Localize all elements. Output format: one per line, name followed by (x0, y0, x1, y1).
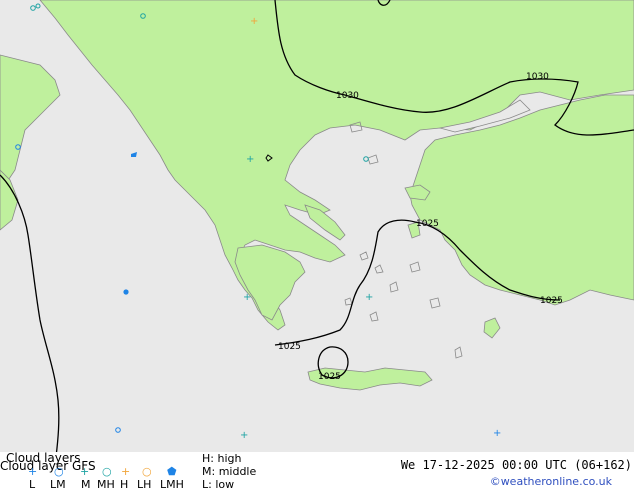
cloud-symbol-lmh (123, 289, 129, 295)
legend-symbol-label: H (120, 478, 129, 491)
forecast-datetime: We 17-12-2025 00:00 UTC (06+162) (400, 458, 632, 472)
cloud-symbol-h: + (250, 16, 258, 27)
legend-key-low: L: low (202, 478, 235, 491)
legend-key-high: H: high (202, 452, 242, 465)
legend-symbol-label: L (29, 478, 36, 491)
legend-plus-teal-icon: + (80, 465, 90, 478)
legend-circle-blue-icon: ○ (54, 465, 64, 478)
legend-symbol-label: M (81, 478, 91, 491)
isobar-label: 1030 (526, 72, 549, 82)
legend-symbol-label: LMH (160, 478, 184, 491)
legend-circle-orange-icon: ○ (142, 465, 152, 478)
isobar-label: 1025 (318, 372, 341, 382)
isobar-label: 1025 (278, 342, 301, 352)
credit-link[interactable]: ©weatheronline.co.uk (490, 475, 612, 488)
isobar-label: 1030 (336, 91, 359, 101)
legend-panel: Cloud layers Cloud layer GFS + ○ + ○ + ○… (0, 452, 634, 491)
legend-symbol-label: MH (97, 478, 115, 491)
cloud-symbol-m: + (365, 292, 373, 303)
legend-plus-blue-icon: + (28, 465, 38, 478)
legend-circle-teal-icon: ○ (102, 465, 112, 478)
legend-filled-blue-icon: ⬟ (167, 465, 177, 478)
legend-symbol-label: LM (50, 478, 66, 491)
isobar-label: 1025 (416, 219, 439, 229)
cloud-symbol-m: + (246, 154, 254, 165)
legend-symbol-label: LH (137, 478, 152, 491)
cloud-symbol-l: + (493, 428, 501, 439)
legend-key-middle: M: middle (202, 465, 257, 478)
cloud-symbol-m: + (240, 430, 248, 441)
cloud-layers-map: 1030 1030 1025 1025 1025 1025 + + + + + … (0, 0, 634, 457)
cloud-symbol-m: + (243, 292, 251, 303)
isobar-label: 1025 (540, 296, 563, 306)
legend-plus-orange-icon: + (121, 465, 131, 478)
